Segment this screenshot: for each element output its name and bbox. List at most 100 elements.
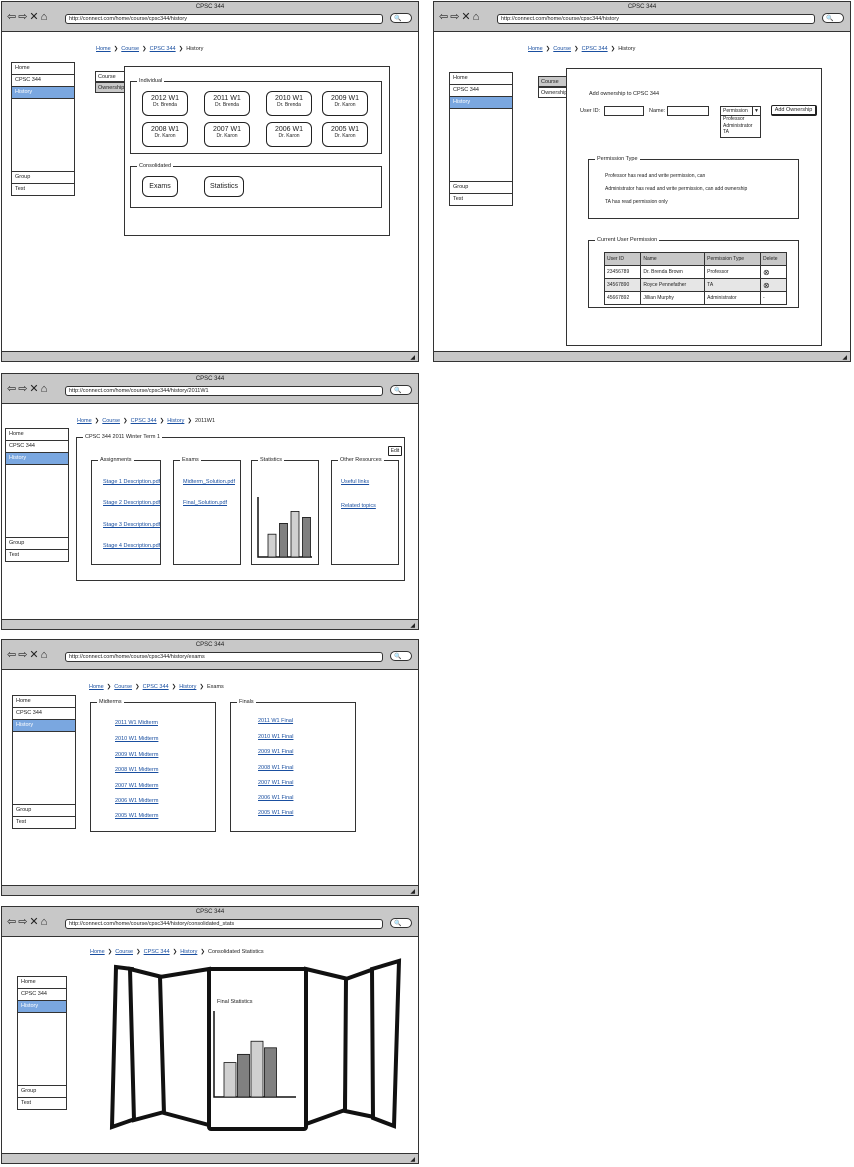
final-link[interactable]: 2005 W1 Final: [258, 810, 293, 816]
sidebar-item-home[interactable]: Home: [12, 63, 74, 75]
tab-course[interactable]: Course: [95, 71, 125, 82]
breadcrumb-history[interactable]: History: [167, 418, 184, 424]
breadcrumb-cpsc[interactable]: CPSC 344: [131, 418, 157, 424]
final-link[interactable]: 2007 W1 Final: [258, 780, 293, 786]
assignment-link[interactable]: Stage 1 Description.pdf: [103, 479, 160, 485]
sidebar-item-cpsc[interactable]: CPSC 344: [13, 708, 75, 720]
final-link[interactable]: 2010 W1 Final: [258, 734, 293, 740]
term-button[interactable]: 2009 W1 Dr. Karon: [322, 91, 368, 116]
final-link[interactable]: 2009 W1 Final: [258, 749, 293, 755]
sidebar-item-history[interactable]: History: [12, 87, 74, 99]
sidebar-item-home[interactable]: Home: [6, 429, 68, 441]
term-button[interactable]: 2006 W1 Dr. Karon: [266, 122, 312, 147]
breadcrumb-home[interactable]: Home: [77, 418, 92, 424]
column-header[interactable]: Delete: [760, 252, 787, 266]
sidebar-item-cpsc[interactable]: CPSC 344: [12, 75, 74, 87]
sidebar-item-cpsc[interactable]: CPSC 344: [6, 441, 68, 453]
sidebar-item-test[interactable]: Test: [450, 193, 512, 205]
sidebar-item-home[interactable]: Home: [13, 696, 75, 708]
column-header[interactable]: Name: [640, 252, 706, 266]
sidebar-item-test[interactable]: Test: [6, 549, 68, 561]
sidebar-item-home[interactable]: Home: [450, 73, 512, 85]
sidebar-item-group[interactable]: Group: [450, 181, 512, 193]
add-ownership-button[interactable]: Add Ownership: [771, 105, 817, 116]
resource-link[interactable]: Related topics: [341, 503, 376, 509]
cover-flow-card-right[interactable]: [342, 966, 376, 1120]
search-icon[interactable]: 🔍: [390, 385, 412, 395]
name-input[interactable]: [667, 106, 709, 116]
breadcrumb-home[interactable]: Home: [528, 46, 543, 52]
sidebar-item-history[interactable]: History: [450, 97, 512, 109]
browser-nav-icons[interactable]: ⇦⇨✕⌂: [7, 12, 49, 23]
breadcrumb-home[interactable]: Home: [96, 46, 111, 52]
exam-link[interactable]: Final_Solution.pdf: [183, 500, 227, 506]
resize-grip-icon[interactable]: ◢: [842, 354, 847, 361]
cover-flow-card-right[interactable]: [304, 966, 351, 1127]
breadcrumb-cpsc[interactable]: CPSC 344: [143, 684, 169, 690]
sidebar-item-test[interactable]: Test: [13, 816, 75, 828]
browser-nav-icons[interactable]: ⇦⇨✕⌂: [7, 384, 49, 395]
breadcrumb-history[interactable]: History: [179, 684, 196, 690]
assignment-link[interactable]: Stage 3 Description.pdf: [103, 522, 160, 528]
resize-grip-icon[interactable]: ◢: [410, 888, 415, 895]
term-button[interactable]: 2012 W1 Dr. Brenda: [142, 91, 188, 116]
midterm-link[interactable]: 2008 W1 Midterm: [115, 767, 158, 773]
term-button[interactable]: 2011 W1 Dr. Brenda: [204, 91, 250, 116]
sidebar-item-group[interactable]: Group: [6, 537, 68, 549]
delete-icon[interactable]: ⊗: [760, 265, 787, 279]
term-button[interactable]: 2010 W1 Dr. Brenda: [266, 91, 312, 116]
tab-course[interactable]: Course: [538, 76, 568, 87]
cover-flow-card-right[interactable]: [369, 958, 402, 1129]
sidebar-item-history[interactable]: History: [6, 453, 68, 465]
resource-link[interactable]: Useful links: [341, 479, 369, 485]
statistics-button[interactable]: Statistics: [204, 176, 244, 197]
final-link[interactable]: 2006 W1 Final: [258, 795, 293, 801]
sidebar-item-group[interactable]: Group: [13, 804, 75, 816]
userid-input[interactable]: [604, 106, 644, 116]
sidebar-item-group[interactable]: Group: [12, 171, 74, 183]
exam-link[interactable]: Midterm_Solution.pdf: [183, 479, 235, 485]
breadcrumb-cpsc[interactable]: CPSC 344: [582, 46, 608, 52]
address-bar[interactable]: http://connect.com/home/course/cpsc344/h…: [65, 652, 383, 662]
address-bar[interactable]: http://connect.com/home/course/cpsc344/h…: [65, 14, 383, 24]
midterm-link[interactable]: 2009 W1 Midterm: [115, 752, 158, 758]
sidebar-item-history[interactable]: History: [13, 720, 75, 732]
breadcrumb-cpsc[interactable]: CPSC 344: [150, 46, 176, 52]
resize-grip-icon[interactable]: ◢: [410, 1156, 415, 1163]
term-button[interactable]: 2008 W1 Dr. Karon: [142, 122, 188, 147]
midterm-link[interactable]: 2006 W1 Midterm: [115, 798, 158, 804]
resize-grip-icon[interactable]: ◢: [410, 354, 415, 361]
exams-button[interactable]: Exams: [142, 176, 178, 197]
midterm-link[interactable]: 2007 W1 Midterm: [115, 783, 158, 789]
breadcrumb-course[interactable]: Course: [121, 46, 139, 52]
browser-nav-icons[interactable]: ⇦⇨✕⌂: [439, 12, 481, 23]
permission-option[interactable]: TA: [723, 129, 760, 136]
address-bar[interactable]: http://connect.com/home/course/cpsc344/h…: [497, 14, 815, 24]
sidebar-item-cpsc[interactable]: CPSC 344: [450, 85, 512, 97]
search-icon[interactable]: 🔍: [822, 13, 844, 23]
assignment-link[interactable]: Stage 2 Description.pdf: [103, 500, 160, 506]
breadcrumb-course[interactable]: Course: [553, 46, 571, 52]
sidebar-item-test[interactable]: Test: [12, 183, 74, 195]
assignment-link[interactable]: Stage 4 Description.pdf: [103, 543, 160, 549]
column-header[interactable]: Permission Type: [704, 252, 762, 266]
term-button[interactable]: 2007 W1 Dr. Karon: [204, 122, 250, 147]
final-link[interactable]: 2011 W1 Final: [258, 718, 293, 724]
final-link[interactable]: 2008 W1 Final: [258, 765, 293, 771]
cover-flow-card-left[interactable]: [157, 966, 211, 1128]
term-button[interactable]: 2005 W1 Dr. Karon: [322, 122, 368, 147]
breadcrumb-home[interactable]: Home: [89, 684, 104, 690]
midterm-link[interactable]: 2010 W1 Midterm: [115, 736, 158, 742]
browser-nav-icons[interactable]: ⇦⇨✕⌂: [7, 650, 49, 661]
delete-icon[interactable]: ⊗: [760, 278, 787, 292]
midterm-link[interactable]: 2005 W1 Midterm: [115, 813, 158, 819]
breadcrumb-course[interactable]: Course: [114, 684, 132, 690]
address-bar[interactable]: http://connect.com/home/course/cpsc344/h…: [65, 386, 383, 396]
tab-ownership[interactable]: Ownership: [95, 82, 125, 93]
tab-ownership[interactable]: Ownership: [538, 87, 568, 98]
midterm-link[interactable]: 2011 W1 Midterm: [115, 720, 158, 726]
edit-button[interactable]: Edit: [388, 446, 402, 456]
column-header[interactable]: User ID: [603, 252, 642, 266]
breadcrumb-course[interactable]: Course: [102, 418, 120, 424]
resize-grip-icon[interactable]: ◢: [410, 622, 415, 629]
